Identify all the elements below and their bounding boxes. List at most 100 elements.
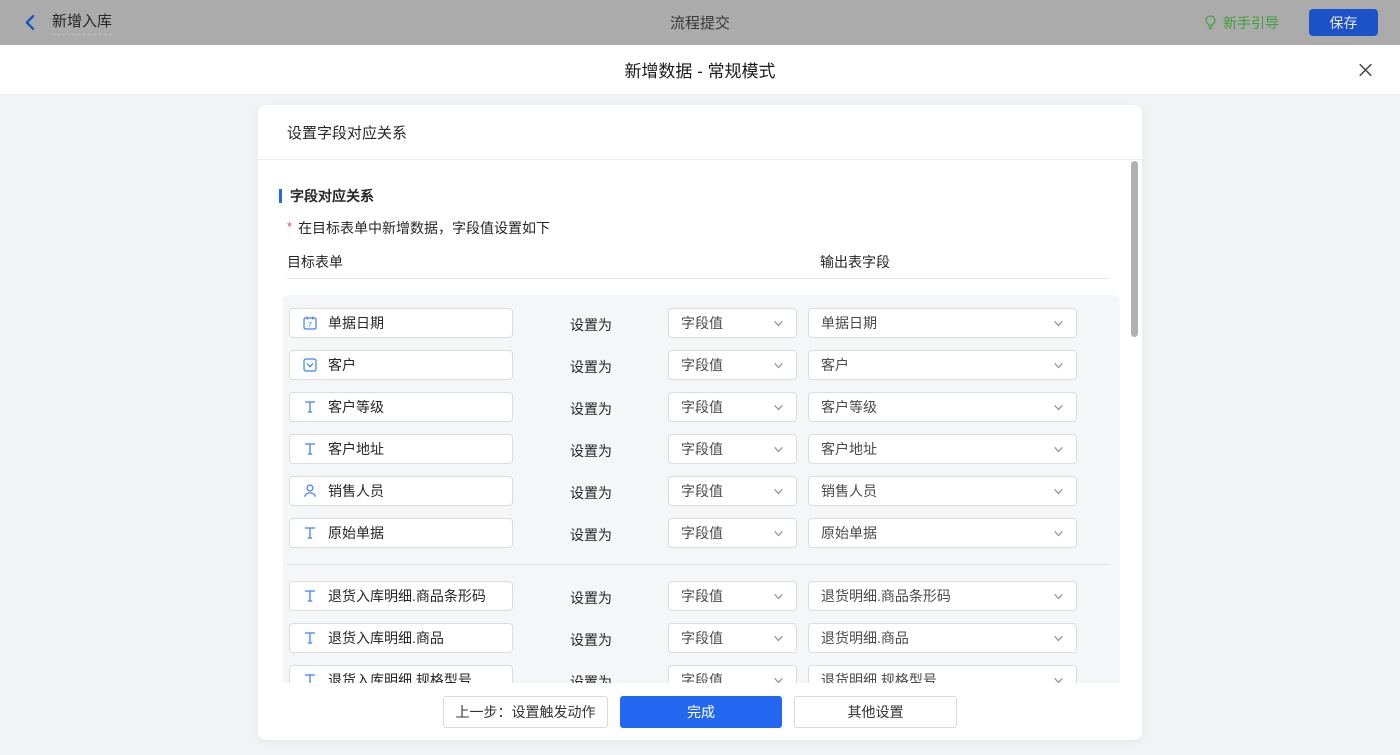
- topbar: 新增入库 流程提交 新手引导 保存: [0, 0, 1400, 45]
- output-field-value: 客户等级: [821, 397, 877, 417]
- chevron-down-icon: [1053, 444, 1064, 455]
- required-note: * 在目标表单中新增数据，字段值设置如下: [287, 218, 1142, 238]
- operator-select[interactable]: 字段值: [668, 581, 797, 611]
- group-divider: [287, 564, 1110, 565]
- chevron-down-icon: [773, 486, 784, 497]
- operator-select[interactable]: 字段值: [668, 350, 797, 380]
- chevron-down-icon: [773, 318, 784, 329]
- section-title: 字段对应关系: [279, 186, 1142, 206]
- beginner-guide-link[interactable]: 新手引导: [1203, 13, 1279, 33]
- target-field-box: 原始单据: [289, 518, 513, 548]
- topbar-center-label: 流程提交: [670, 12, 730, 33]
- modal-header: 新增数据 - 常规模式: [0, 45, 1400, 95]
- output-field-value: 客户: [821, 355, 849, 375]
- output-field-select[interactable]: 客户等级: [808, 392, 1077, 422]
- output-field-select[interactable]: 原始单据: [808, 518, 1077, 548]
- target-field-label: 客户: [328, 355, 356, 375]
- chevron-down-icon: [773, 528, 784, 539]
- chevron-down-icon: [1053, 402, 1064, 413]
- other-settings-button[interactable]: 其他设置: [794, 696, 957, 728]
- text-icon: [302, 630, 318, 646]
- operator-value: 字段值: [681, 481, 723, 501]
- svg-text:7: 7: [308, 320, 312, 329]
- required-note-text: 在目标表单中新增数据，字段值设置如下: [298, 218, 550, 238]
- target-field-box: 客户: [289, 350, 513, 380]
- output-field-select[interactable]: 单据日期: [808, 308, 1077, 338]
- target-field-box: 退货入库明细.商品条形码: [289, 581, 513, 611]
- column-headers: 目标表单 输出表字段: [287, 252, 1142, 268]
- accent-bar: [279, 189, 282, 203]
- mapping-row: 退货入库明细.商品 设置为 字段值 退货明细.商品: [289, 623, 1120, 653]
- mapping-row: 7 单据日期 设置为 字段值 单据日期: [289, 308, 1120, 338]
- set-as-label: 设置为: [570, 399, 612, 419]
- col-target-form: 目标表单: [287, 254, 343, 270]
- set-as-label: 设置为: [570, 525, 612, 545]
- select-icon: [302, 357, 318, 373]
- close-button[interactable]: [1357, 61, 1374, 78]
- user-icon: [302, 483, 318, 499]
- target-field-label: 原始单据: [328, 523, 384, 543]
- back-button[interactable]: [22, 14, 39, 31]
- target-field-box: 客户等级: [289, 392, 513, 422]
- modal-title: 新增数据 - 常规模式: [624, 57, 775, 82]
- chevron-down-icon: [773, 444, 784, 455]
- card-body: 字段对应关系 * 在目标表单中新增数据，字段值设置如下 目标表单 输出表字段 7…: [258, 186, 1142, 720]
- text-icon: [302, 525, 318, 541]
- operator-select[interactable]: 字段值: [668, 434, 797, 464]
- set-as-label: 设置为: [570, 483, 612, 503]
- chevron-down-icon: [773, 402, 784, 413]
- output-field-value: 单据日期: [821, 313, 877, 333]
- operator-select[interactable]: 字段值: [668, 476, 797, 506]
- done-button[interactable]: 完成: [620, 696, 782, 728]
- section-title-text: 字段对应关系: [290, 186, 374, 206]
- target-field-label: 客户地址: [328, 439, 384, 459]
- target-field-label: 退货入库明细.商品: [328, 628, 444, 648]
- operator-value: 字段值: [681, 397, 723, 417]
- operator-select[interactable]: 字段值: [668, 623, 797, 653]
- operator-value: 字段值: [681, 523, 723, 543]
- chevron-down-icon: [1053, 591, 1064, 602]
- operator-select[interactable]: 字段值: [668, 308, 797, 338]
- calendar-icon: 7: [302, 315, 318, 331]
- chevron-down-icon: [1053, 633, 1064, 644]
- guide-label: 新手引导: [1223, 13, 1279, 33]
- target-field-box: 销售人员: [289, 476, 513, 506]
- field-mapping-card: 设置字段对应关系 字段对应关系 * 在目标表单中新增数据，字段值设置如下 目标表…: [258, 105, 1142, 740]
- mapping-row: 销售人员 设置为 字段值 销售人员: [289, 476, 1120, 506]
- output-field-select[interactable]: 销售人员: [808, 476, 1077, 506]
- header-divider: [287, 278, 1110, 279]
- chevron-down-icon: [773, 633, 784, 644]
- output-field-select[interactable]: 客户: [808, 350, 1077, 380]
- chevron-down-icon: [1053, 318, 1064, 329]
- operator-value: 字段值: [681, 628, 723, 648]
- output-field-select[interactable]: 退货明细.商品: [808, 623, 1077, 653]
- output-field-value: 退货明细.商品: [821, 628, 909, 648]
- output-field-select[interactable]: 退货明细.商品条形码: [808, 581, 1077, 611]
- target-field-label: 客户等级: [328, 397, 384, 417]
- modal-body: 设置字段对应关系 字段对应关系 * 在目标表单中新增数据，字段值设置如下 目标表…: [0, 95, 1400, 754]
- chevron-down-icon: [1053, 486, 1064, 497]
- set-as-label: 设置为: [570, 357, 612, 377]
- set-as-label: 设置为: [570, 588, 612, 608]
- required-asterisk: *: [287, 218, 292, 236]
- scrollbar-thumb[interactable]: [1131, 161, 1138, 337]
- prev-step-button[interactable]: 上一步：设置触发动作: [443, 696, 608, 728]
- text-icon: [302, 588, 318, 604]
- col-output-field: 输出表字段: [820, 252, 890, 272]
- lightbulb-icon: [1203, 15, 1218, 30]
- operator-value: 字段值: [681, 586, 723, 606]
- output-field-select[interactable]: 客户地址: [808, 434, 1077, 464]
- operator-value: 字段值: [681, 313, 723, 333]
- operator-value: 字段值: [681, 355, 723, 375]
- save-button[interactable]: 保存: [1309, 9, 1378, 36]
- operator-select[interactable]: 字段值: [668, 518, 797, 548]
- chevron-down-icon: [1053, 528, 1064, 539]
- output-field-value: 退货明细.商品条形码: [821, 586, 951, 606]
- chevron-down-icon: [1053, 360, 1064, 371]
- mapping-row: 客户等级 设置为 字段值 客户等级: [289, 392, 1120, 422]
- target-field-label: 单据日期: [328, 313, 384, 333]
- set-as-label: 设置为: [570, 315, 612, 335]
- set-as-label: 设置为: [570, 441, 612, 461]
- flow-title[interactable]: 新增入库: [52, 10, 112, 35]
- operator-select[interactable]: 字段值: [668, 392, 797, 422]
